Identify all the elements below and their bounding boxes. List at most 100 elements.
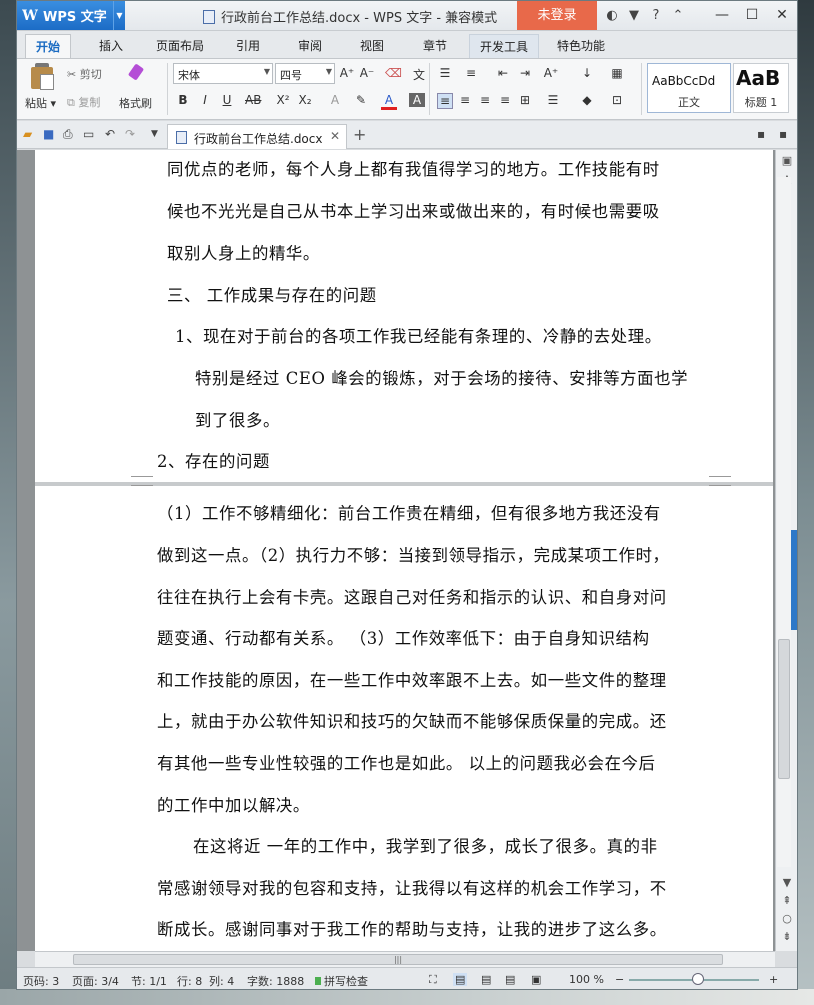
distribute-icon[interactable]: ⊞	[517, 93, 533, 107]
font-name-select[interactable]: 宋体 ▼	[173, 63, 273, 84]
char-shading-icon[interactable]: A	[409, 93, 425, 107]
select-browse-object-icon[interactable]: ○	[780, 912, 794, 925]
tab-special-features[interactable]: 特色功能	[557, 37, 605, 54]
undo-icon[interactable]: ↶	[105, 127, 115, 141]
bold-icon[interactable]: B	[175, 93, 191, 107]
close-icon[interactable]: ✕	[330, 129, 340, 143]
panel-toggle-icon[interactable]: ▣	[780, 154, 794, 167]
side-panel-expand-tab[interactable]	[791, 530, 797, 630]
grow-font-icon[interactable]: A⁺	[339, 66, 355, 80]
customize-dropdown-icon[interactable]: ▼	[151, 129, 158, 139]
status-word-count[interactable]: 字数: 1888	[247, 973, 304, 989]
desktop-left-edge	[0, 0, 16, 1005]
app-menu-button[interactable]: W WPS 文字 ▼	[17, 1, 125, 30]
app-menu-dropdown-icon[interactable]: ▼	[113, 1, 125, 30]
scroll-down-icon[interactable]: ▼	[780, 876, 794, 889]
style-normal[interactable]: AaBbCcDd 正文	[647, 63, 731, 113]
shirt-icon[interactable]: ▼	[623, 8, 645, 23]
change-case-icon[interactable]: A⁺	[543, 66, 559, 80]
align-left-icon[interactable]: ≡	[437, 93, 453, 109]
justify-icon[interactable]: ≡	[497, 93, 513, 107]
print-preview-icon[interactable]: ▭	[83, 127, 94, 141]
sort-icon[interactable]: ↓	[579, 66, 595, 80]
superscript-icon[interactable]: X²	[275, 93, 291, 107]
tab-page-layout[interactable]: 页面布局	[156, 37, 204, 54]
fill-color-icon[interactable]: ◆	[579, 93, 595, 107]
login-button[interactable]: 未登录	[517, 1, 597, 30]
status-page-number[interactable]: 页码: 3	[23, 973, 59, 989]
minimize-button[interactable]: —	[707, 1, 737, 30]
help-icon[interactable]: ?	[645, 8, 667, 23]
bullet-list-icon[interactable]: ☰	[437, 66, 453, 80]
font-color-icon[interactable]: A	[381, 93, 397, 110]
document-canvas[interactable]: 同优点的老师，每个人身上都有我值得学习的地方。工作技能有时 候也不光光是自己从书…	[17, 150, 775, 951]
line-spacing-icon[interactable]: ☰	[545, 93, 561, 107]
vertical-scroll-thumb[interactable]	[778, 639, 790, 779]
divider	[641, 63, 642, 115]
align-right-icon[interactable]: ≡	[477, 93, 493, 107]
highlight-icon[interactable]: ✎	[353, 93, 369, 107]
align-center-icon[interactable]: ≡	[457, 93, 473, 107]
tab-review[interactable]: 审阅	[298, 37, 322, 54]
tab-chapter[interactable]: 章节	[423, 37, 447, 54]
status-page-count[interactable]: 页面: 3/4	[72, 973, 119, 989]
zoom-in-button[interactable]: +	[769, 973, 778, 986]
format-painter-icon[interactable]	[125, 63, 145, 87]
copy-button[interactable]: ⧉ 复制	[67, 94, 100, 110]
tab-references[interactable]: 引用	[236, 37, 260, 54]
new-tab-button[interactable]: +	[353, 125, 366, 144]
cut-button[interactable]: ✂ 剪切	[67, 66, 102, 82]
tab-insert[interactable]: 插入	[99, 37, 123, 54]
collapse-ribbon-icon[interactable]: ⌃	[667, 8, 689, 23]
border-icon[interactable]: ⊡	[609, 93, 625, 107]
shrink-font-icon[interactable]: A⁻	[359, 66, 375, 80]
window-title: 行政前台工作总结.docx - WPS 文字 - 兼容模式	[203, 7, 497, 26]
full-screen-view-icon[interactable]: ⛶	[429, 973, 437, 987]
tab-home[interactable]: 开始	[25, 34, 72, 58]
underline-icon[interactable]: U	[219, 93, 235, 107]
horizontal-scrollbar[interactable]: |||	[35, 951, 775, 967]
zoom-level[interactable]: 100 %	[569, 973, 604, 986]
clear-format-icon[interactable]: ⌫	[385, 66, 402, 80]
text-effect-icon[interactable]: A	[327, 93, 343, 107]
save-icon[interactable]: ■	[43, 127, 54, 141]
zoom-out-button[interactable]: −	[615, 973, 624, 986]
close-button[interactable]: ✕	[767, 1, 797, 30]
paste-button[interactable]: 粘贴 ▾	[25, 95, 56, 111]
web-view-icon[interactable]: ▤	[505, 973, 515, 986]
horizontal-scroll-thumb[interactable]: |||	[73, 954, 723, 965]
decrease-indent-icon[interactable]: ⇤	[495, 66, 511, 80]
page-3[interactable]: 同优点的老师，每个人身上都有我值得学习的地方。工作技能有时 候也不光光是自己从书…	[35, 150, 773, 482]
italic-icon[interactable]: I	[197, 93, 213, 107]
skin-icon[interactable]: ◐	[601, 8, 623, 23]
table-icon[interactable]: ▦	[609, 66, 625, 80]
document-tab[interactable]: 行政前台工作总结.docx ✕	[167, 124, 347, 149]
page-view-icon[interactable]: ▤	[453, 973, 468, 986]
subscript-icon[interactable]: X₂	[297, 93, 313, 107]
open-icon[interactable]: ▰	[23, 127, 32, 141]
spellcheck-toggle[interactable]: 拼写检查	[315, 973, 368, 989]
restore-doc-icon[interactable]: ▪	[779, 127, 787, 141]
previous-page-icon[interactable]: ⇞	[780, 894, 794, 907]
maximize-button[interactable]: ☐	[737, 1, 767, 30]
zoom-slider-thumb[interactable]	[692, 973, 704, 985]
reading-view-icon[interactable]: ▣	[531, 973, 541, 986]
strikethrough-icon[interactable]: AB	[245, 93, 261, 107]
print-icon[interactable]: ⎙	[63, 127, 73, 142]
font-size-select[interactable]: 四号 ▼	[275, 63, 335, 84]
phonetic-guide-icon[interactable]: 文	[411, 66, 427, 83]
format-painter-button[interactable]: 格式刷	[119, 95, 152, 111]
divider	[167, 63, 168, 115]
page-4[interactable]: （1）工作不够精细化：前台工作贵在精细，但有很多地方我还没有 做到这一点。（2）…	[35, 486, 773, 951]
style-heading-1[interactable]: AaB 标题 1	[733, 63, 789, 113]
tab-view[interactable]: 视图	[360, 37, 384, 54]
redo-icon[interactable]: ↷	[125, 127, 135, 141]
numbered-list-icon[interactable]: ≡	[463, 66, 479, 80]
paste-icon[interactable]	[29, 63, 55, 91]
increase-indent-icon[interactable]: ⇥	[517, 66, 533, 80]
outline-view-icon[interactable]: ▤	[481, 973, 491, 986]
tab-developer[interactable]: 开发工具	[469, 34, 540, 58]
next-page-icon[interactable]: ⇟	[780, 930, 794, 943]
minimize-doc-icon[interactable]: ▪	[757, 127, 765, 141]
paragraph-line: 上，就由于办公软件知识和技巧的欠缺而不能够保质保量的完成。还	[157, 712, 667, 731]
